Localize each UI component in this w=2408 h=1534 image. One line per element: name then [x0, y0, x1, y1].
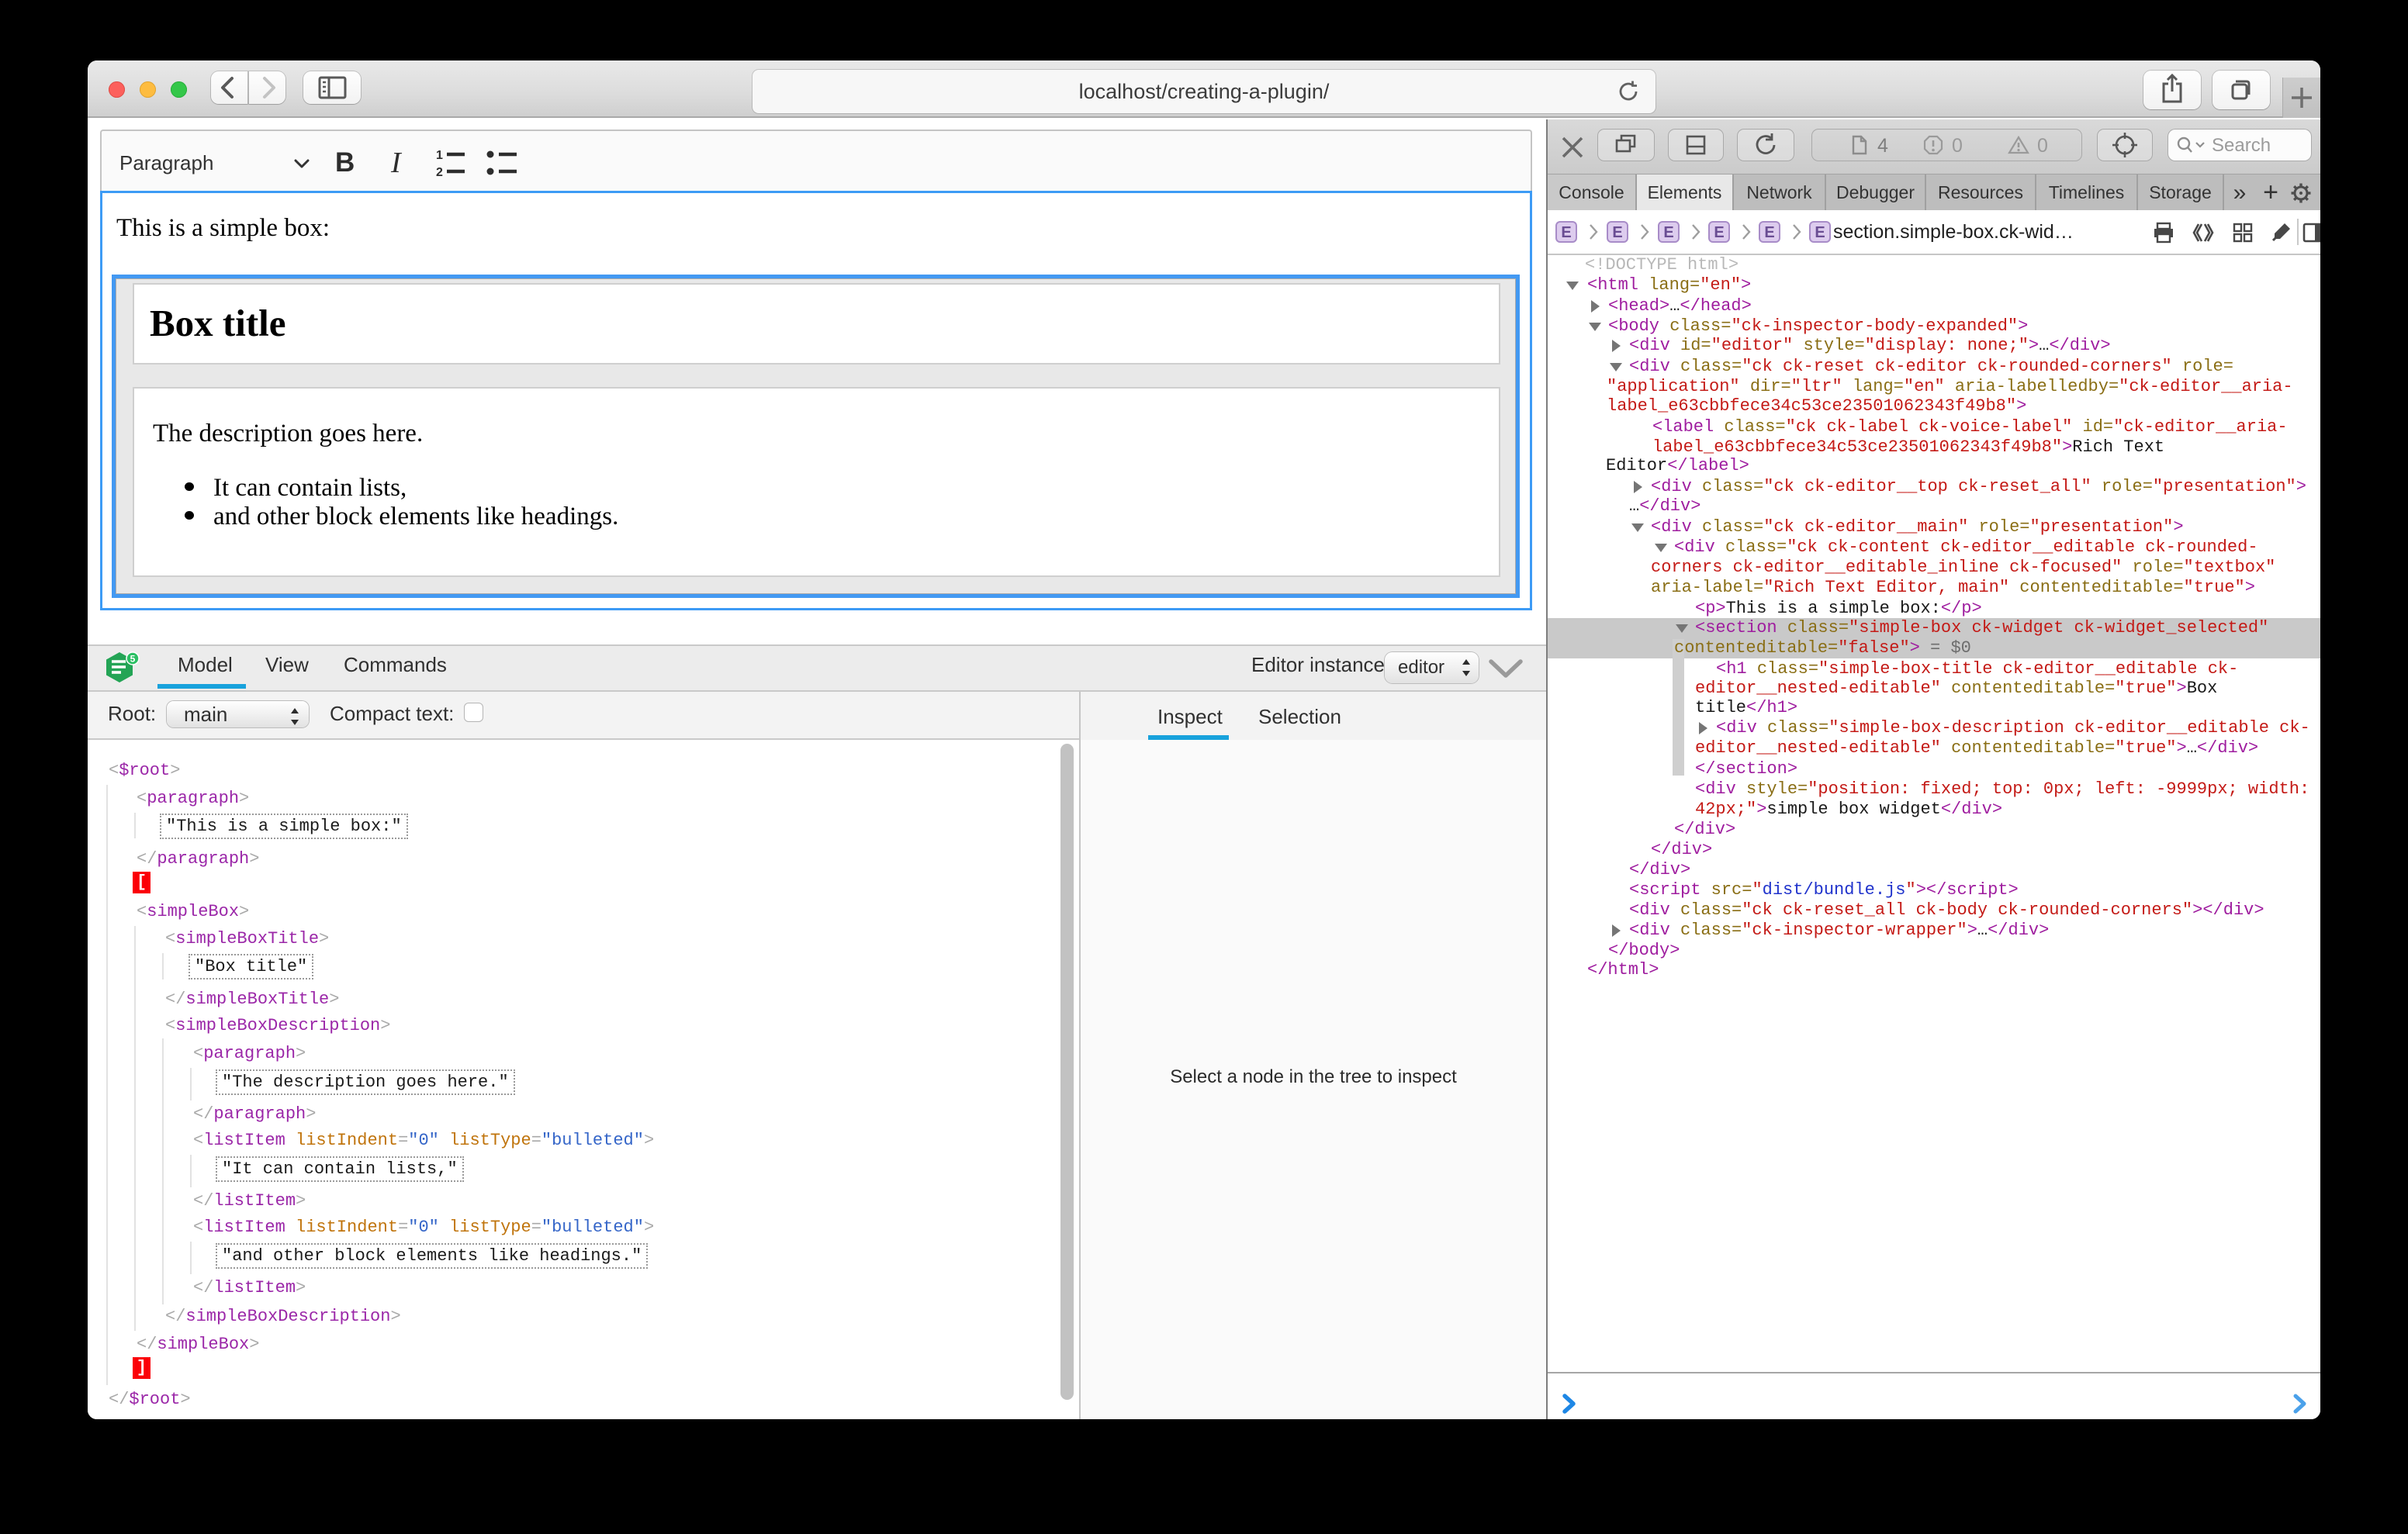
svg-text:5: 5: [130, 654, 136, 665]
svg-text:1: 1: [436, 149, 443, 162]
svg-text:2: 2: [436, 166, 443, 179]
